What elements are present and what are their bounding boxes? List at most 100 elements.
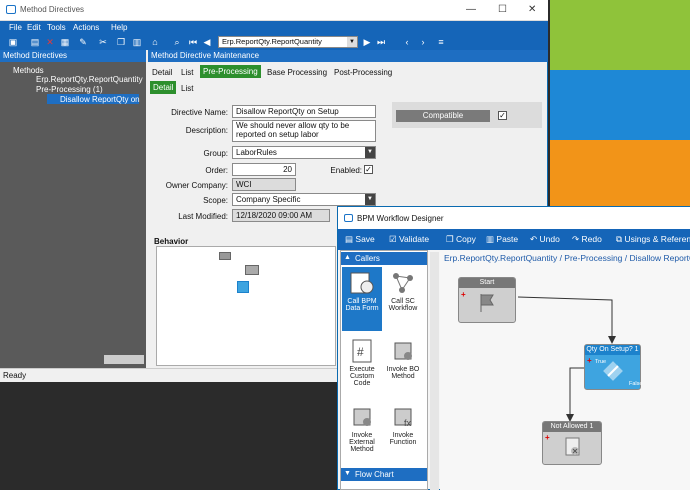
menu-edit[interactable]: Edit bbox=[27, 23, 41, 32]
paste-icon[interactable]: ▥ bbox=[132, 37, 142, 47]
copy-icon[interactable]: ❐ bbox=[116, 37, 126, 47]
group-select[interactable]: LaborRules ▼ bbox=[232, 146, 376, 159]
behavior-label: Behavior bbox=[154, 237, 189, 246]
menu-help[interactable]: Help bbox=[111, 23, 127, 32]
directive-name-label: Directive Name: bbox=[171, 108, 228, 117]
last-record-icon[interactable]: ⏭ bbox=[376, 37, 386, 47]
compatible-button[interactable]: Compatible bbox=[396, 110, 490, 122]
group-label: Group: bbox=[203, 149, 228, 158]
attach-icon[interactable]: ⌂ bbox=[150, 37, 160, 47]
scope-label: Scope: bbox=[203, 196, 228, 205]
tree-panel-header: Method Directives bbox=[0, 50, 146, 62]
search-icon[interactable]: ⌕ bbox=[172, 37, 182, 47]
save-icon[interactable]: ▤ bbox=[30, 37, 40, 47]
record-selector-value: Erp.ReportQty.ReportQuantity bbox=[222, 37, 322, 46]
menu-file[interactable]: File bbox=[9, 23, 22, 32]
plus-icon[interactable]: + bbox=[545, 433, 550, 442]
workflow-icon bbox=[393, 273, 413, 293]
false-label: False bbox=[629, 381, 643, 387]
enabled-label: Enabled: bbox=[330, 166, 362, 175]
subtab-list[interactable]: List bbox=[178, 82, 196, 95]
flow-chart-header[interactable]: Flow Chart bbox=[341, 468, 427, 481]
palette-invoke-function[interactable]: fx Invoke Function bbox=[383, 404, 423, 446]
forward-icon[interactable]: › bbox=[418, 37, 428, 47]
start-node-title: Start bbox=[459, 278, 515, 288]
paste-button[interactable]: ▥ Paste bbox=[486, 234, 518, 245]
preview-start-node bbox=[219, 252, 231, 260]
hamburger-icon[interactable]: ≡ bbox=[436, 37, 446, 47]
app-icon bbox=[6, 5, 16, 14]
enabled-checkbox[interactable]: ✓ bbox=[364, 165, 373, 174]
palette-execute-custom-code[interactable]: # Execute Custom Code bbox=[342, 338, 382, 387]
palette-invoke-external-method[interactable]: Invoke External Method bbox=[342, 404, 382, 453]
delete-icon[interactable]: ✕ bbox=[45, 37, 55, 47]
callers-header[interactable]: Callers bbox=[341, 252, 427, 265]
palette-scrollbar[interactable] bbox=[430, 252, 439, 490]
plus-icon[interactable]: + bbox=[587, 356, 592, 365]
maximize-button[interactable]: ☐ bbox=[498, 4, 507, 15]
collapse-icon[interactable]: ▲ bbox=[344, 254, 351, 261]
tree-method-reportquantity[interactable]: Erp.ReportQty.ReportQuantity bbox=[36, 75, 143, 84]
record-selector[interactable]: Erp.ReportQty.ReportQuantity ▼ bbox=[218, 36, 358, 48]
tree-directive-item[interactable]: Disallow ReportQty on bbox=[60, 95, 140, 104]
save-button[interactable]: ▤ Save bbox=[345, 234, 375, 245]
tab-post-processing[interactable]: Post-Processing bbox=[331, 66, 395, 79]
prev-record-icon[interactable]: ◀ bbox=[202, 37, 212, 47]
expand-icon[interactable]: ▼ bbox=[344, 470, 351, 477]
chevron-down-icon[interactable]: ▼ bbox=[365, 147, 375, 158]
usings-references-button[interactable]: ⧉ Usings & Referen bbox=[616, 234, 690, 245]
refresh-icon[interactable]: ▦ bbox=[60, 37, 70, 47]
palette-call-sc-workflow[interactable]: Call SC Workflow bbox=[383, 270, 423, 312]
close-button[interactable]: ✕ bbox=[528, 4, 536, 15]
edit-icon[interactable]: ✎ bbox=[78, 37, 88, 47]
behavior-preview[interactable] bbox=[156, 246, 336, 366]
undo-button[interactable]: ↶ Undo bbox=[530, 234, 560, 245]
preview-action-node bbox=[237, 281, 249, 293]
plus-icon[interactable]: + bbox=[461, 290, 466, 299]
function-icon: fx bbox=[394, 408, 412, 428]
palette-invoke-bo-method[interactable]: Invoke BO Method bbox=[383, 338, 423, 380]
bo-method-icon bbox=[394, 342, 412, 360]
new-icon[interactable]: ▣ bbox=[8, 37, 18, 47]
bpm-window-title: BPM Workflow Designer bbox=[357, 214, 444, 223]
tab-pre-processing[interactable]: Pre-Processing bbox=[200, 65, 261, 78]
description-field[interactable]: We should never allow qty to be reported… bbox=[232, 120, 376, 142]
document-error-icon bbox=[565, 437, 580, 456]
directive-name-field[interactable]: Disallow ReportQty on Setup bbox=[232, 105, 376, 118]
owner-company-label: Owner Company: bbox=[165, 181, 228, 190]
validate-button[interactable]: ☑ Validate bbox=[389, 234, 429, 245]
back-icon[interactable]: ‹ bbox=[402, 37, 412, 47]
order-label: Order: bbox=[205, 166, 228, 175]
tree-scrollbar[interactable] bbox=[104, 355, 144, 364]
scope-select[interactable]: Company Specific ▼ bbox=[232, 193, 376, 206]
last-modified-field: 12/18/2020 09:00 AM bbox=[232, 209, 330, 222]
copy-button[interactable]: ❐ Copy bbox=[446, 234, 476, 245]
group-value: LaborRules bbox=[236, 148, 277, 157]
tree-pre-processing[interactable]: Pre-Processing (1) bbox=[36, 85, 103, 94]
chevron-down-icon[interactable]: ▼ bbox=[365, 194, 375, 205]
redo-button[interactable]: ↷ Redo bbox=[572, 234, 602, 245]
description-label: Description: bbox=[185, 126, 228, 135]
form-panel-header: Method Directive Maintenance bbox=[148, 50, 548, 62]
cut-icon[interactable]: ✂ bbox=[98, 37, 108, 47]
tab-detail[interactable]: Detail bbox=[149, 66, 175, 79]
bpm-toolbar: ▤ Save ☑ Validate ❐ Copy ▥ Paste ↶ Undo … bbox=[338, 229, 690, 250]
first-record-icon[interactable]: ⏮ bbox=[188, 37, 198, 47]
menu-tools[interactable]: Tools bbox=[47, 23, 66, 32]
tab-base-processing[interactable]: Base Processing bbox=[264, 66, 330, 79]
minimize-button[interactable]: — bbox=[466, 4, 476, 15]
flag-icon bbox=[480, 294, 494, 312]
last-modified-label: Last Modified: bbox=[178, 212, 228, 221]
tree-methods[interactable]: Methods bbox=[13, 66, 44, 75]
condition-node[interactable]: Qty On Setup? 1 + True False bbox=[584, 344, 643, 390]
start-node[interactable]: Start + bbox=[458, 277, 516, 323]
next-record-icon[interactable]: ▶ bbox=[362, 37, 372, 47]
compatible-checkbox[interactable]: ✓ bbox=[498, 111, 507, 120]
palette-call-bpm-data-form[interactable]: Call BPM Data Form bbox=[342, 270, 382, 312]
svg-text:fx: fx bbox=[404, 418, 412, 428]
menu-actions[interactable]: Actions bbox=[73, 23, 99, 32]
subtab-detail[interactable]: Detail bbox=[150, 81, 177, 94]
not-allowed-node[interactable]: Not Allowed 1 + bbox=[542, 421, 602, 465]
tab-list[interactable]: List bbox=[178, 66, 196, 79]
chevron-down-icon[interactable]: ▼ bbox=[347, 37, 357, 47]
